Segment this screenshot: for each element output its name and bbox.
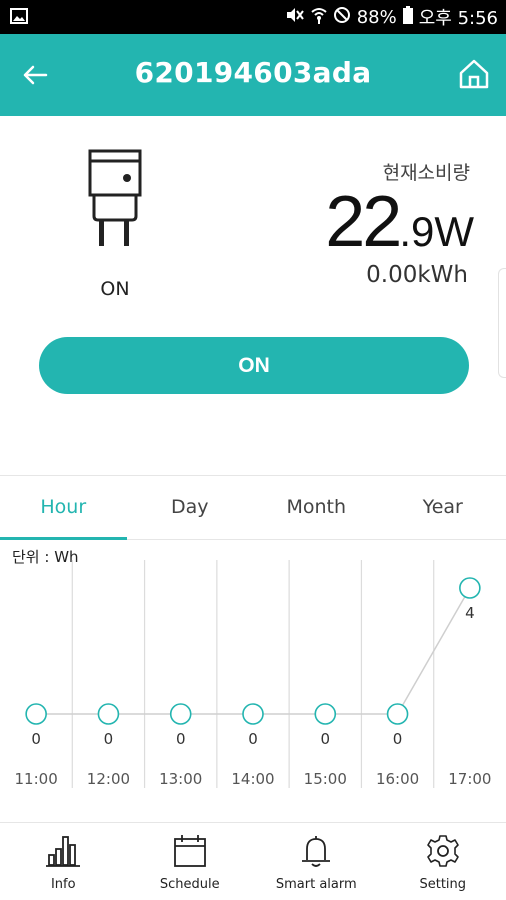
- data-point: [97, 703, 120, 725]
- power-label: 현재소비량: [382, 162, 470, 184]
- power-toggle-button[interactable]: ON: [39, 337, 469, 394]
- data-label: 4: [465, 604, 475, 622]
- x-tick-label: 17:00: [448, 770, 491, 788]
- nav-schedule[interactable]: Schedule: [127, 823, 254, 900]
- tab-year[interactable]: Year: [380, 476, 506, 539]
- gear-icon: [426, 835, 459, 867]
- nav-info-label: Info: [50, 877, 76, 892]
- page-title: 620194603ada: [134, 56, 372, 89]
- wifi-icon: [311, 6, 327, 29]
- nav-setting-label: Setting: [419, 877, 467, 892]
- nav-info[interactable]: Info: [0, 823, 127, 900]
- series-line: [36, 587, 471, 715]
- data-point: [25, 703, 47, 725]
- period-tabs: Hour Day Month Year: [0, 476, 506, 540]
- nav-schedule-label: Schedule: [159, 877, 220, 892]
- do-not-disturb-icon: [333, 6, 351, 29]
- data-point: [169, 703, 192, 725]
- data-label: 0: [393, 730, 403, 748]
- bar-chart-icon: [46, 836, 81, 867]
- tab-day[interactable]: Day: [127, 476, 254, 539]
- smart-plug-icon: [82, 148, 146, 252]
- x-tick-label: 12:00: [87, 770, 130, 788]
- data-point: [242, 703, 264, 725]
- x-tick-label: 13:00: [159, 770, 202, 788]
- data-point: [386, 703, 409, 725]
- power-value-whole: 22: [325, 182, 402, 262]
- bottom-nav: Info Schedule Smart alarm Setting: [0, 822, 506, 900]
- clock: 오후 5:56: [418, 8, 498, 29]
- data-point: [459, 577, 481, 599]
- data-label: 0: [176, 730, 186, 748]
- home-icon: [459, 59, 489, 89]
- nav-smart-alarm[interactable]: Smart alarm: [253, 823, 380, 900]
- data-point: [314, 703, 337, 725]
- device-state: ON: [100, 278, 130, 300]
- tab-hour[interactable]: Hour: [0, 476, 127, 540]
- bell-icon: [302, 836, 331, 867]
- data-label: 0: [321, 730, 331, 748]
- status-bar: 88% 오후 5:56: [0, 0, 506, 34]
- app-bar: 620194603ada: [0, 34, 506, 116]
- energy-value: 0.00kWh: [366, 262, 468, 288]
- data-label: 0: [31, 730, 41, 748]
- gallery-notification-icon: [10, 8, 28, 28]
- power-value-rest: .9W: [399, 208, 474, 255]
- power-value: 22.9W: [325, 186, 474, 258]
- usage-chart: 0 11:00 0 12:00 0 13:00 0 14:00 0 15:00 0 16:00 4 17:…: [15, 560, 491, 788]
- calendar-icon: [173, 835, 206, 867]
- data-label: 0: [248, 730, 258, 748]
- home-button[interactable]: [456, 56, 492, 92]
- mute-icon: [285, 6, 305, 29]
- data-label: 0: [104, 730, 114, 748]
- x-tick-label: 14:00: [231, 770, 274, 788]
- tab-month[interactable]: Month: [253, 476, 380, 539]
- battery-percent: 88%: [356, 6, 397, 28]
- battery-icon: [402, 5, 413, 29]
- x-tick-label: 15:00: [304, 770, 347, 788]
- nav-smart-alarm-label: Smart alarm: [275, 877, 357, 892]
- x-tick-label: 16:00: [376, 770, 419, 788]
- nav-setting[interactable]: Setting: [380, 823, 506, 900]
- side-panel-handle[interactable]: [498, 268, 506, 378]
- x-tick-label: 11:00: [15, 770, 58, 788]
